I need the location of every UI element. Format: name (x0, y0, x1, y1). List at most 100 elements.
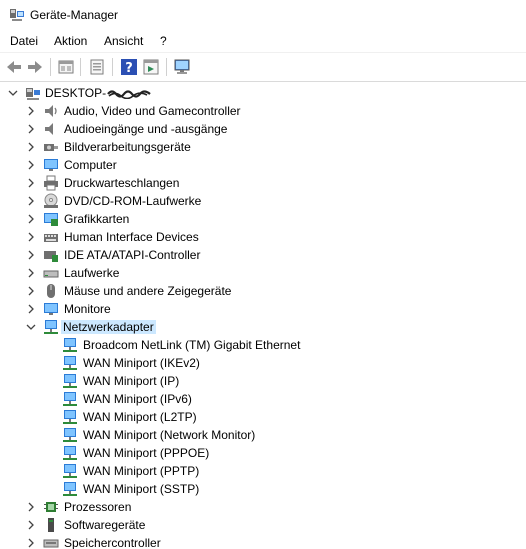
tree-item-label: Mäuse und andere Zeigegeräte (64, 284, 232, 298)
software-device-icon (48, 518, 54, 532)
tree-child-label: WAN Miniport (IP) (83, 374, 180, 388)
tree-child-label: WAN Miniport (L2TP) (83, 410, 197, 424)
network-adapter-icon (44, 320, 58, 334)
tree-item-mice[interactable]: Mäuse und andere Zeigegeräte (0, 282, 526, 300)
processor-icon (44, 502, 58, 512)
tree-child-label: WAN Miniport (Network Monitor) (83, 428, 256, 442)
display-adapter-icon (44, 213, 58, 226)
tree-item-print-queues[interactable]: Druckwarteschlangen (0, 174, 526, 192)
chevron-down-icon[interactable] (26, 322, 36, 332)
tree-child-label: WAN Miniport (PPPOE) (83, 446, 210, 460)
speaker-icon (45, 123, 53, 135)
tree-child-adapter[interactable]: WAN Miniport (Network Monitor) (0, 426, 526, 444)
menu-aktion[interactable]: Aktion (53, 34, 88, 48)
tree-child-adapter[interactable]: Broadcom NetLink (TM) Gigabit Ethernet (0, 336, 526, 354)
monitor-scan-icon[interactable] (172, 57, 192, 77)
tree-root[interactable]: DESKTOP- (0, 84, 526, 102)
tree-item-label: Prozessoren (64, 500, 132, 514)
tree-item-dvd[interactable]: DVD/CD-ROM-Laufwerke (0, 192, 526, 210)
tree-item-hid[interactable]: Human Interface Devices (0, 228, 526, 246)
chevron-right-icon[interactable] (26, 160, 36, 170)
tree-child-label: WAN Miniport (IPv6) (83, 392, 192, 406)
tree-child-adapter[interactable]: WAN Miniport (IPv6) (0, 390, 526, 408)
tree-item-software-devices[interactable]: Softwaregeräte (0, 516, 526, 534)
tree-item-label: Bildverarbeitungsgeräte (64, 140, 191, 154)
tree-child-adapter[interactable]: WAN Miniport (IKEv2) (0, 354, 526, 372)
menu-help[interactable]: ? (159, 34, 168, 48)
tree-child-adapter[interactable]: WAN Miniport (L2TP) (0, 408, 526, 426)
menu-datei[interactable]: Datei (9, 34, 39, 48)
chevron-right-icon[interactable] (26, 502, 36, 512)
chevron-right-icon[interactable] (26, 196, 36, 206)
title-bar: Geräte-Manager (0, 0, 526, 30)
chevron-right-icon[interactable] (26, 268, 36, 278)
chevron-right-icon[interactable] (26, 304, 36, 314)
chevron-right-icon[interactable] (26, 178, 36, 188)
tree-item-imaging[interactable]: Bildverarbeitungsgeräte (0, 138, 526, 156)
chevron-right-icon[interactable] (26, 124, 36, 134)
show-hidden-icon[interactable] (141, 57, 161, 77)
chevron-right-icon[interactable] (26, 232, 36, 242)
tree-item-computer[interactable]: Computer (0, 156, 526, 174)
tree-item-label: DVD/CD-ROM-Laufwerke (64, 194, 202, 208)
window-title: Geräte-Manager (30, 8, 119, 22)
network-adapter-icon (63, 428, 77, 442)
tree-child-label: WAN Miniport (PPTP) (83, 464, 200, 478)
tree-item-label: Human Interface Devices (64, 230, 199, 244)
storage-controller-icon (43, 539, 59, 548)
network-adapter-icon (63, 338, 77, 352)
network-adapter-icon (63, 410, 77, 424)
tree-item-audio-io[interactable]: Audioeingänge und -ausgänge (0, 120, 526, 138)
toolbar-separator (166, 58, 167, 76)
tree-item-audio-video[interactable]: Audio, Video und Gamecontroller (0, 102, 526, 120)
tree-item-label: Computer (64, 158, 117, 172)
tree-child-adapter[interactable]: WAN Miniport (PPTP) (0, 462, 526, 480)
tree-child-label: WAN Miniport (SSTP) (83, 482, 200, 496)
chevron-right-icon[interactable] (26, 142, 36, 152)
back-icon[interactable] (4, 57, 24, 77)
toolbar: ? (0, 52, 526, 82)
redaction-scribble (107, 90, 151, 99)
chevron-right-icon[interactable] (26, 538, 36, 548)
network-adapter-icon (63, 392, 77, 406)
tree-root-label: DESKTOP- (43, 86, 153, 100)
tree-child-label: Broadcom NetLink (TM) Gigabit Ethernet (83, 338, 301, 352)
tree-item-label: Monitore (64, 302, 111, 316)
help-icon[interactable]: ? (119, 57, 139, 77)
properties-icon[interactable] (56, 57, 76, 77)
tree-item-network-adapters[interactable]: Netzwerkadapter (0, 318, 526, 336)
chevron-right-icon[interactable] (26, 250, 36, 260)
network-adapter-icon (63, 446, 77, 460)
tree-item-graphics[interactable]: Grafikkarten (0, 210, 526, 228)
tree-item-label: Audioeingänge und -ausgänge (64, 122, 228, 136)
tree-item-ide[interactable]: IDE ATA/ATAPI-Controller (0, 246, 526, 264)
monitor-icon (44, 159, 58, 171)
chevron-right-icon[interactable] (26, 106, 36, 116)
menu-bar: Datei Aktion Ansicht ? (0, 30, 526, 52)
menu-ansicht[interactable]: Ansicht (103, 34, 144, 48)
chevron-right-icon[interactable] (26, 214, 36, 224)
tree-child-label: WAN Miniport (IKEv2) (83, 356, 200, 370)
tree-item-processors[interactable]: Prozessoren (0, 498, 526, 516)
tree-child-adapter[interactable]: WAN Miniport (PPPOE) (0, 444, 526, 462)
tree-item-storage-controllers[interactable]: Speichercontroller (0, 534, 526, 549)
chevron-right-icon[interactable] (26, 520, 36, 530)
camera-icon (44, 144, 58, 151)
tree-item-label: Druckwarteschlangen (64, 176, 180, 190)
computer-desktop-icon (26, 88, 40, 100)
tree-item-monitors[interactable]: Monitore (0, 300, 526, 318)
tree-item-label: Speichercontroller (64, 536, 161, 549)
tree-item-drives[interactable]: Laufwerke (0, 264, 526, 282)
tree-child-adapter[interactable]: WAN Miniport (SSTP) (0, 480, 526, 498)
tree-item-label: Grafikkarten (64, 212, 130, 226)
tree-item-label: Audio, Video und Gamecontroller (64, 104, 241, 118)
device-manager-icon (10, 9, 24, 21)
toolbar-separator (50, 58, 51, 76)
network-adapter-icon (63, 482, 77, 496)
chevron-down-icon[interactable] (8, 88, 18, 98)
device-tree: DESKTOP- Audio, Video und Gamecontroller… (0, 82, 526, 549)
update-icon[interactable] (87, 57, 107, 77)
forward-icon[interactable] (25, 57, 45, 77)
chevron-right-icon[interactable] (26, 286, 36, 296)
tree-child-adapter[interactable]: WAN Miniport (IP) (0, 372, 526, 390)
